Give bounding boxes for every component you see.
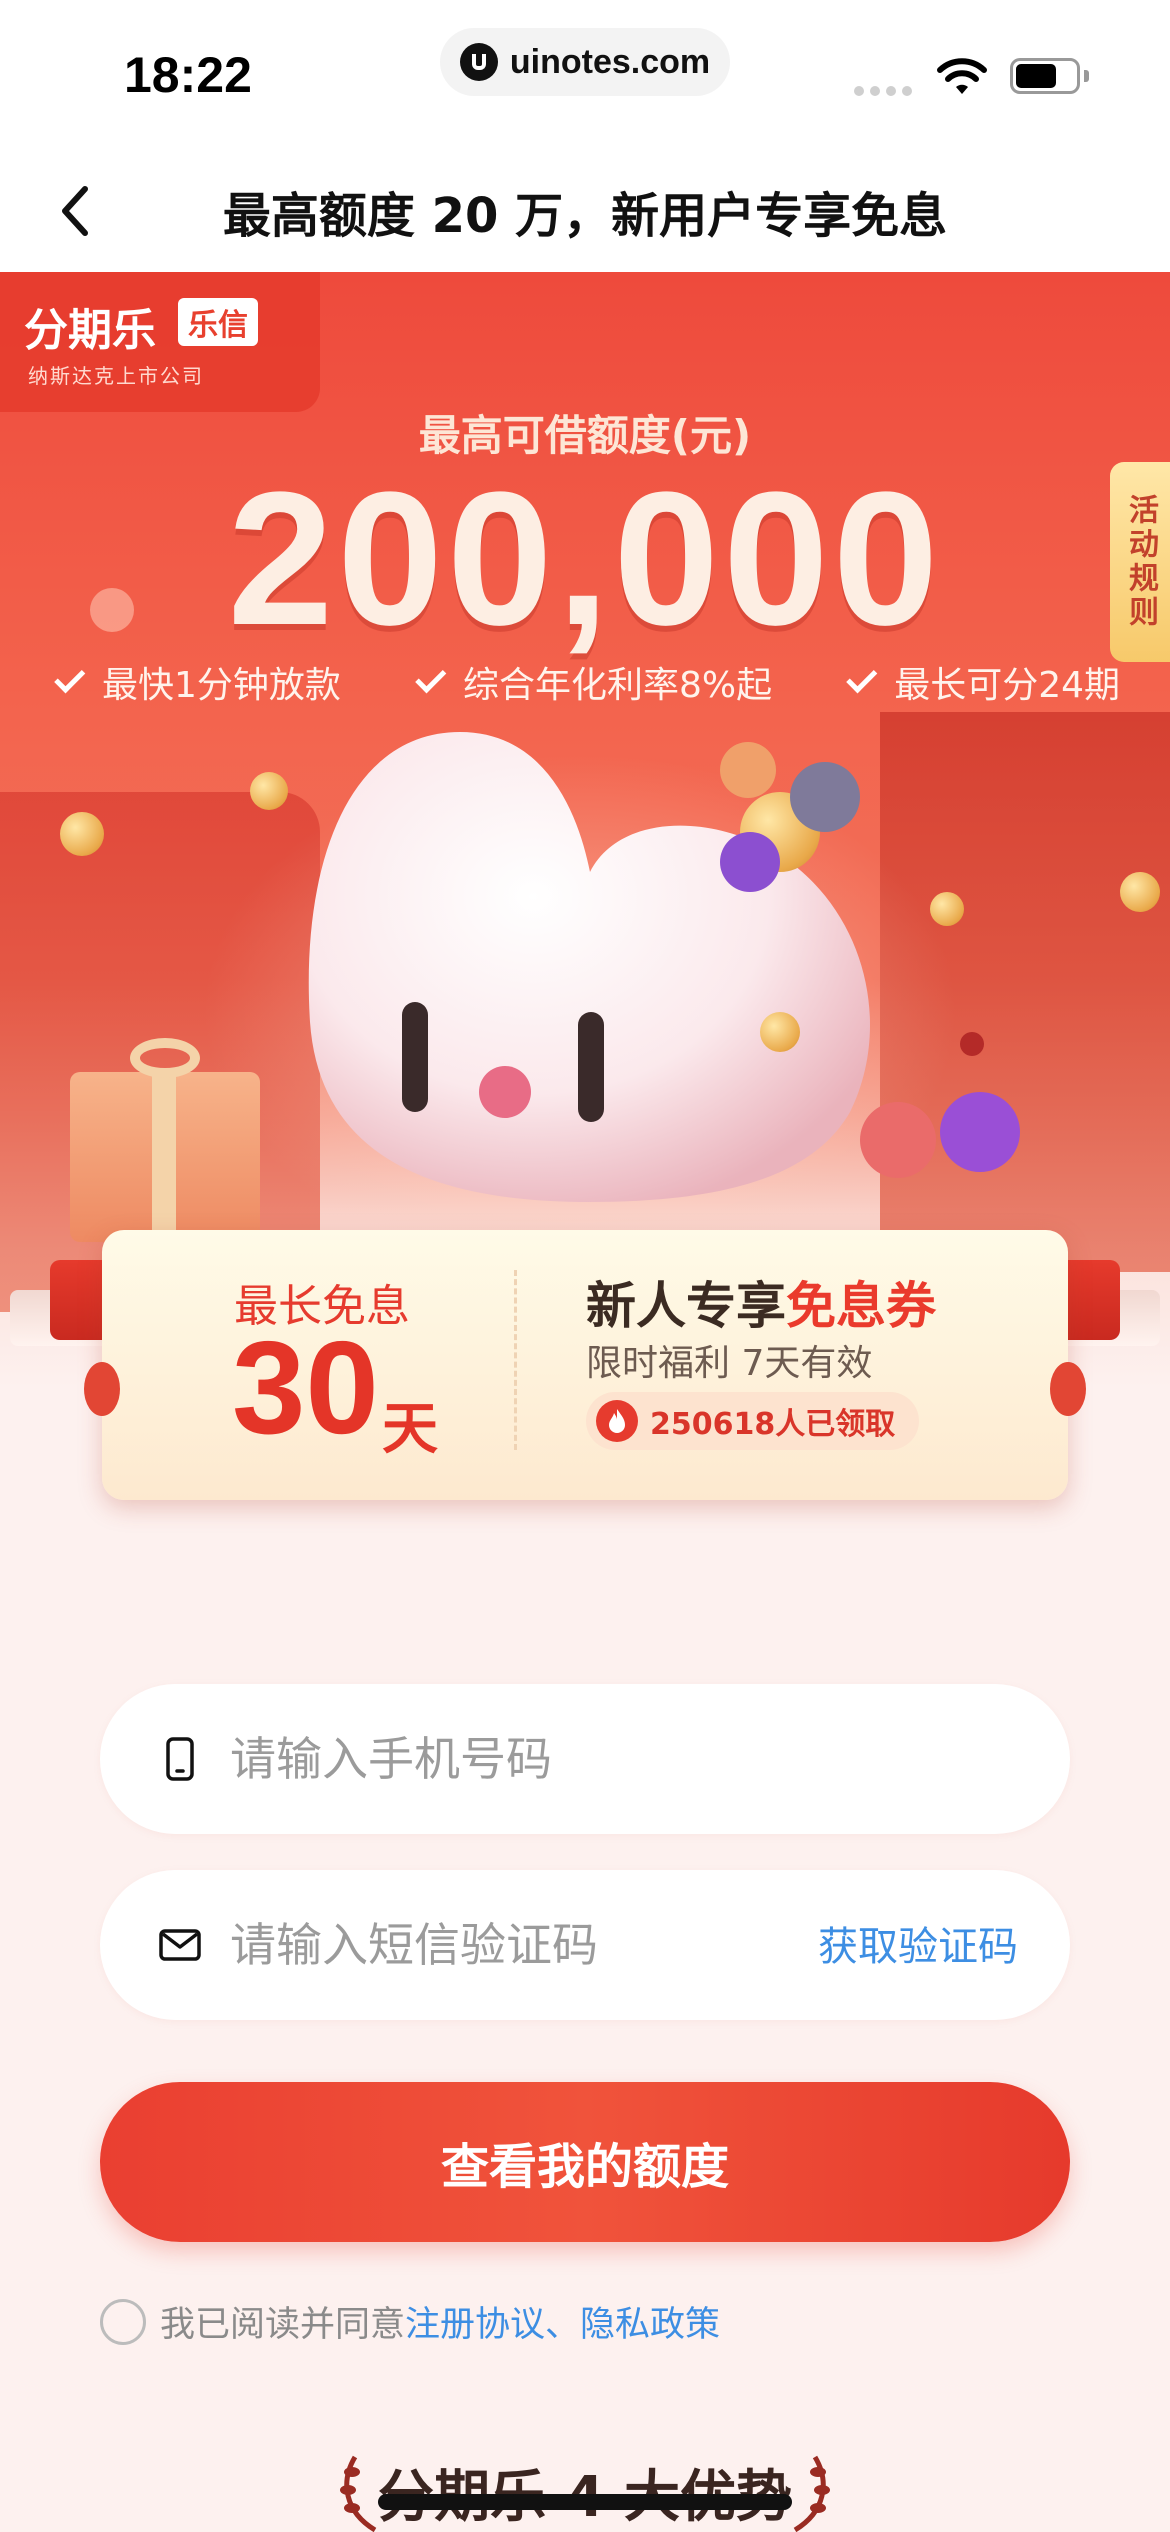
agreement-row: 我已阅读并同意注册协议、隐私政策 <box>100 2296 720 2347</box>
signal-icon <box>854 86 912 96</box>
advantages-title: 分期乐 4 大优势 <box>0 2452 1170 2532</box>
coupon-divider <box>514 1270 517 1450</box>
coupon-card[interactable]: 最长免息 30 天 新人专享免息券 限时福利 7天有效 250618人已领取 <box>84 1230 1086 1500</box>
battery-tip <box>1084 70 1089 82</box>
ball-decoration <box>940 1092 1020 1172</box>
coupon-notch <box>1050 1362 1086 1416</box>
feature-item: 最快1分钟放款 <box>54 656 341 708</box>
coupon-subtitle: 限时福利 7天有效 <box>586 1343 873 1384</box>
rules-tab[interactable]: 活动规则 <box>1110 462 1170 662</box>
coin-decoration <box>760 1012 800 1052</box>
agree-checkbox[interactable] <box>100 2298 146 2345</box>
flame-icon <box>596 1400 638 1442</box>
ball-decoration <box>90 588 134 632</box>
brand-logo: 分期乐 乐信 纳斯达克上市公司 <box>0 272 320 412</box>
feature-item: 综合年化利率8%起 <box>415 656 773 708</box>
ball-decoration <box>790 762 860 832</box>
phone-field[interactable] <box>100 1684 1070 1834</box>
gift-box-illustration <box>70 1038 260 1242</box>
status-bar: 18:22 uinotes.com <box>0 0 1170 150</box>
coupon-title-highlight: 免息券 <box>786 1277 936 1335</box>
home-indicator[interactable] <box>378 2494 792 2510</box>
check-icon <box>846 662 878 694</box>
status-time: 18:22 <box>124 47 252 103</box>
hero-banner: 分期乐 乐信 纳斯达克上市公司 最高可借额度(元) 200,000 活动规则 最… <box>0 272 1170 1632</box>
coin-decoration <box>60 812 104 856</box>
wifi-icon <box>937 58 987 94</box>
brand-name: 分期乐 <box>24 305 156 356</box>
feature-label: 综合年化利率8%起 <box>462 665 773 706</box>
coin-decoration <box>250 772 288 810</box>
mail-icon <box>156 1921 204 1969</box>
page-title: 最高额度 20 万，新用户专享免息 <box>222 188 948 244</box>
brand-tag: 乐信 <box>178 298 258 346</box>
claimed-badge: 250618人已领取 <box>586 1392 920 1450</box>
ball-decoration <box>860 1102 936 1178</box>
ball-decoration <box>720 742 776 798</box>
coupon-title: 新人专享免息券 <box>586 1266 936 1338</box>
check-limit-button[interactable]: 查看我的额度 <box>100 2082 1070 2242</box>
laurel-icon <box>793 2455 830 2532</box>
coin-decoration <box>1120 872 1160 912</box>
check-icon <box>415 662 447 694</box>
sms-code-input[interactable] <box>230 1900 790 1990</box>
url-text: uinotes.com <box>509 42 711 81</box>
feature-list: 最快1分钟放款 综合年化利率8%起 最长可分24期 <box>54 656 1120 708</box>
agreement-link[interactable]: 注册协议、隐私政策 <box>405 2305 720 2345</box>
agree-text: 我已阅读并同意 <box>160 2305 406 2345</box>
coupon-days: 30 <box>232 1314 379 1461</box>
coupon-days-unit: 天 <box>382 1397 438 1462</box>
ball-decoration <box>960 1032 984 1056</box>
get-code-button[interactable]: 获取验证码 <box>818 1914 1018 1972</box>
feature-label: 最快1分钟放款 <box>102 665 341 706</box>
coin-decoration <box>930 892 964 926</box>
lock-icon <box>459 43 498 81</box>
brand-subtitle: 纳斯达克上市公司 <box>28 364 204 388</box>
battery-icon <box>1010 58 1080 94</box>
nav-bar: 最高额度 20 万，新用户专享免息 <box>0 150 1170 272</box>
coupon-title-prefix: 新人专享 <box>586 1277 786 1335</box>
feature-item: 最长可分24期 <box>846 656 1120 708</box>
ball-decoration <box>720 832 780 892</box>
url-pill[interactable]: uinotes.com <box>440 28 730 96</box>
sms-code-field[interactable]: 获取验证码 <box>100 1870 1070 2020</box>
phone-input[interactable] <box>230 1714 790 1804</box>
max-amount: 200,000 <box>227 453 943 665</box>
claimed-count: 250618人已领取 <box>650 1407 896 1442</box>
phone-icon <box>156 1735 204 1783</box>
coupon-notch <box>84 1362 120 1416</box>
feature-label: 最长可分24期 <box>894 665 1120 706</box>
